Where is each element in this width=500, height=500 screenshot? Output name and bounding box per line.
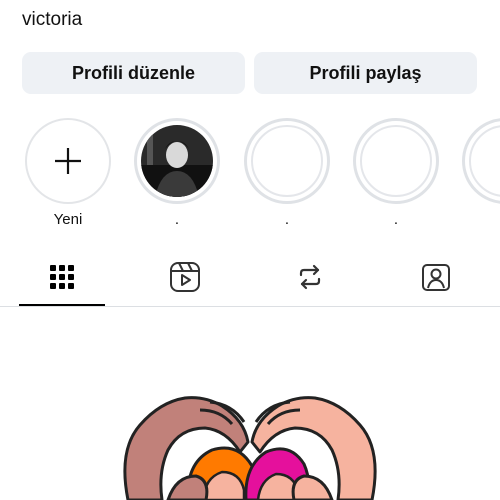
story-highlight[interactable]: . [244,118,330,229]
empty-state-illustration [0,380,500,500]
story-highlight[interactable]: . [134,118,220,229]
tab-reels[interactable] [167,259,203,295]
story-label: . [393,211,399,228]
share-profile-button[interactable]: Profili paylaş [254,52,477,94]
grid-icon [50,265,74,289]
story-placeholder [360,125,432,197]
story-label: . [284,211,290,228]
profile-tabs [0,245,500,307]
story-label: Yeni [53,211,83,228]
reels-icon [170,262,200,292]
tab-reposts[interactable] [292,259,328,295]
active-tab-indicator [19,304,105,306]
story-highlight[interactable]: . [353,118,439,229]
story-highlight[interactable] [462,118,500,204]
repost-icon [299,264,321,290]
new-story-ring[interactable] [25,118,111,204]
plus-icon [55,148,81,174]
story-ring[interactable] [462,118,500,204]
story-ring[interactable] [244,118,330,204]
edit-profile-button[interactable]: Profili düzenle [22,52,245,94]
story-ring[interactable] [134,118,220,204]
story-label: . [174,211,180,228]
tagged-icon [422,264,450,291]
tab-posts[interactable] [44,259,80,295]
story-placeholder [251,125,323,197]
username: victoria [22,9,83,30]
tab-tagged[interactable] [418,259,454,295]
story-placeholder [469,125,500,197]
story-photo [141,125,213,197]
story-ring[interactable] [353,118,439,204]
story-new[interactable]: Yeni [25,118,111,229]
